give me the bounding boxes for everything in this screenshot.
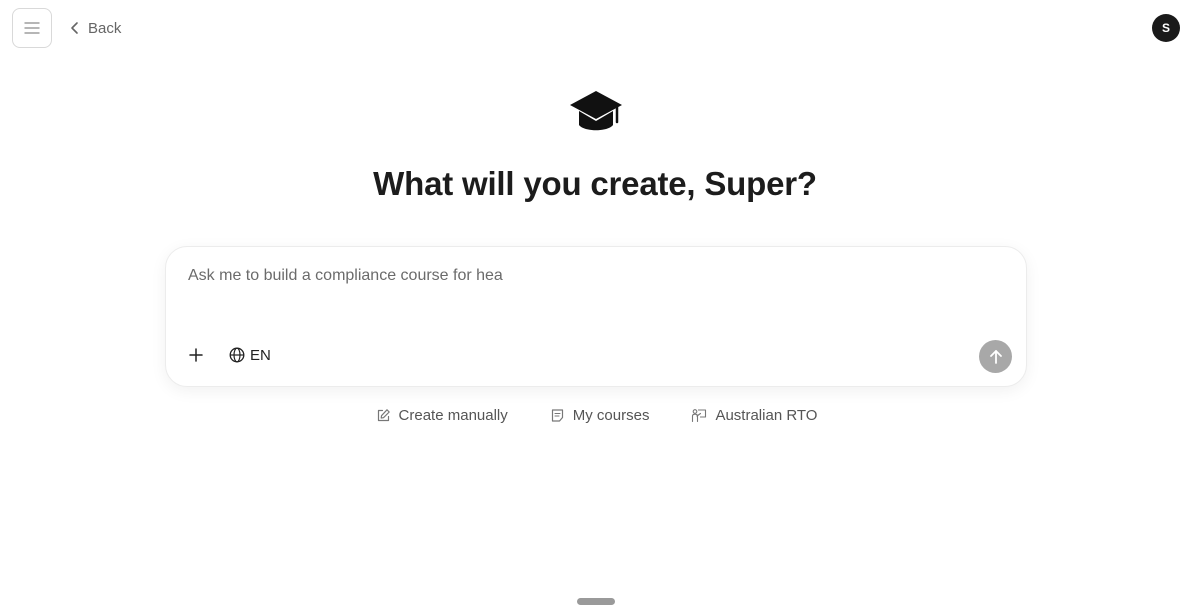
create-manually-label: Create manually (398, 406, 508, 424)
my-courses-link[interactable]: My courses (550, 404, 650, 426)
my-courses-label: My courses (572, 406, 650, 424)
prompt-composer: EN (165, 246, 1027, 387)
page: Back S What will you create, Super? EN (0, 0, 1200, 616)
notes-icon (551, 408, 563, 422)
back-button[interactable]: Back (70, 17, 121, 39)
edit-icon (377, 408, 390, 421)
menu-button[interactable] (12, 8, 52, 48)
create-manually-link[interactable]: Create manually (376, 404, 508, 426)
presenter-icon (692, 408, 707, 422)
chevron-left-icon (71, 22, 78, 34)
graduation-cap-icon (570, 91, 622, 131)
page-title: What will you create, Super? (373, 165, 817, 202)
plus-icon (189, 348, 203, 362)
australian-rto-link[interactable]: Australian RTO (691, 404, 817, 426)
drag-handle[interactable] (577, 598, 615, 605)
avatar-initial: S (1161, 21, 1170, 35)
quick-links: Create manually My courses Australian RT… (0, 404, 1193, 426)
avatar[interactable]: S (1152, 14, 1180, 42)
back-label: Back (88, 19, 122, 37)
globe-icon (229, 347, 245, 363)
send-button[interactable] (979, 340, 1012, 373)
arrow-up-icon (989, 349, 1002, 364)
prompt-input[interactable] (188, 267, 948, 285)
add-attachment-button[interactable] (186, 345, 206, 365)
hamburger-icon (24, 22, 40, 34)
language-label: EN (250, 346, 271, 364)
language-selector[interactable]: EN (229, 345, 271, 365)
australian-rto-label: Australian RTO (715, 406, 818, 424)
